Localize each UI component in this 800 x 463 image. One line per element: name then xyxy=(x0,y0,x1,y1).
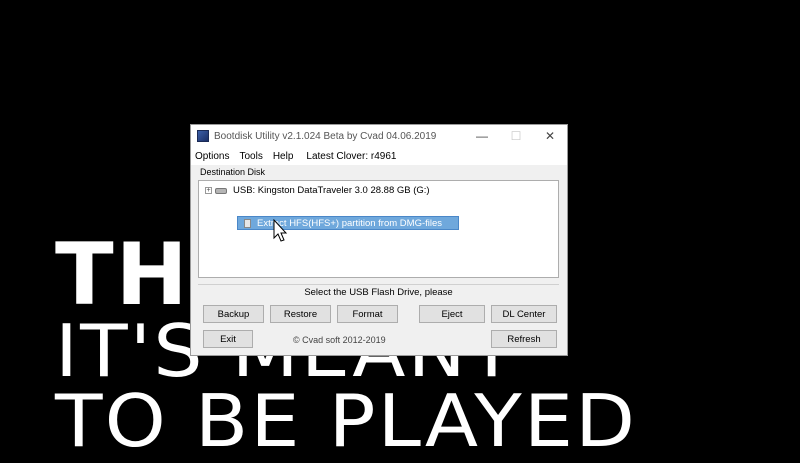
menu-help[interactable]: Help xyxy=(273,151,294,162)
dl-center-button[interactable]: DL Center xyxy=(491,305,557,323)
status-text: Select the USB Flash Drive, please xyxy=(198,284,559,301)
copyright-text: © Cvad soft 2012-2019 xyxy=(293,335,386,345)
eject-button[interactable]: Eject xyxy=(419,305,485,323)
context-menu-extract-hfs[interactable]: Extract HFS(HFS+) partition from DMG-fil… xyxy=(237,216,459,230)
restore-button[interactable]: Restore xyxy=(270,305,331,323)
refresh-button[interactable]: Refresh xyxy=(491,330,557,348)
file-icon xyxy=(244,218,251,228)
menu-latest-clover[interactable]: Latest Clover: r4961 xyxy=(306,151,396,162)
window-title: Bootdisk Utility v2.1.024 Beta by Cvad 0… xyxy=(214,130,437,142)
drive-label: USB: Kingston DataTraveler 3.0 28.88 GB … xyxy=(233,185,430,196)
destination-disk-tree[interactable]: + USB: Kingston DataTraveler 3.0 28.88 G… xyxy=(198,180,559,278)
format-button[interactable]: Format xyxy=(337,305,398,323)
expand-icon[interactable]: + xyxy=(205,187,212,194)
destination-disk-label: Destination Disk xyxy=(200,167,266,177)
menu-options[interactable]: Options xyxy=(195,151,229,162)
menu-tools[interactable]: Tools xyxy=(239,151,262,162)
menu-bar: Options Tools Help Latest Clover: r4961 xyxy=(191,147,567,165)
background-slogan-line-3: TO BE PLAYED xyxy=(55,379,638,463)
backup-button[interactable]: Backup xyxy=(203,305,264,323)
window-controls: — ☐ ✕ xyxy=(465,125,567,147)
tree-item-usb-drive[interactable]: + USB: Kingston DataTraveler 3.0 28.88 G… xyxy=(205,185,430,196)
bootdisk-utility-window: Bootdisk Utility v2.1.024 Beta by Cvad 0… xyxy=(190,124,568,356)
maximize-button[interactable]: ☐ xyxy=(499,125,533,147)
minimize-button[interactable]: — xyxy=(465,125,499,147)
exit-button[interactable]: Exit xyxy=(203,330,253,348)
usb-drive-icon xyxy=(215,187,227,194)
title-bar[interactable]: Bootdisk Utility v2.1.024 Beta by Cvad 0… xyxy=(191,125,567,147)
app-icon xyxy=(197,130,209,142)
close-button[interactable]: ✕ xyxy=(533,125,567,147)
mouse-cursor-icon xyxy=(273,219,288,242)
